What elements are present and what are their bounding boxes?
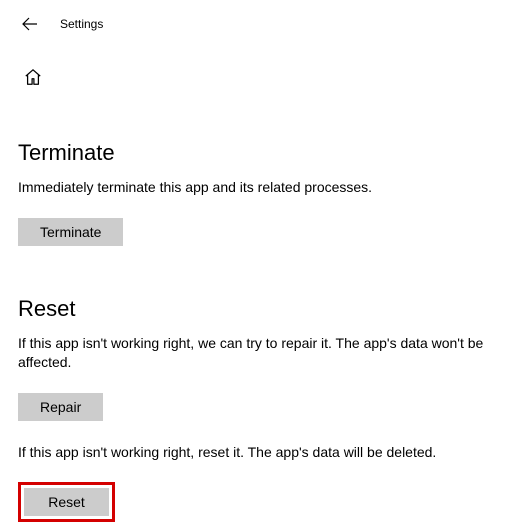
terminate-button[interactable]: Terminate	[18, 218, 123, 246]
terminate-description: Immediately terminate this app and its r…	[18, 178, 505, 198]
home-icon	[24, 68, 42, 86]
terminate-section: Terminate Immediately terminate this app…	[18, 140, 505, 246]
repair-description: If this app isn't working right, we can …	[18, 334, 505, 373]
home-button[interactable]	[20, 64, 46, 90]
header: Settings	[18, 8, 505, 36]
repair-button-row: Repair	[18, 393, 505, 421]
terminate-heading: Terminate	[18, 140, 505, 166]
reset-description: If this app isn't working right, reset i…	[18, 443, 505, 463]
reset-button-highlight: Reset	[18, 482, 115, 522]
page-title: Settings	[60, 17, 103, 31]
back-button[interactable]	[18, 12, 42, 36]
repair-button[interactable]: Repair	[18, 393, 103, 421]
reset-section: Reset If this app isn't working right, w…	[18, 296, 505, 522]
reset-heading: Reset	[18, 296, 505, 322]
reset-button[interactable]: Reset	[24, 488, 109, 516]
back-arrow-icon	[22, 16, 38, 32]
